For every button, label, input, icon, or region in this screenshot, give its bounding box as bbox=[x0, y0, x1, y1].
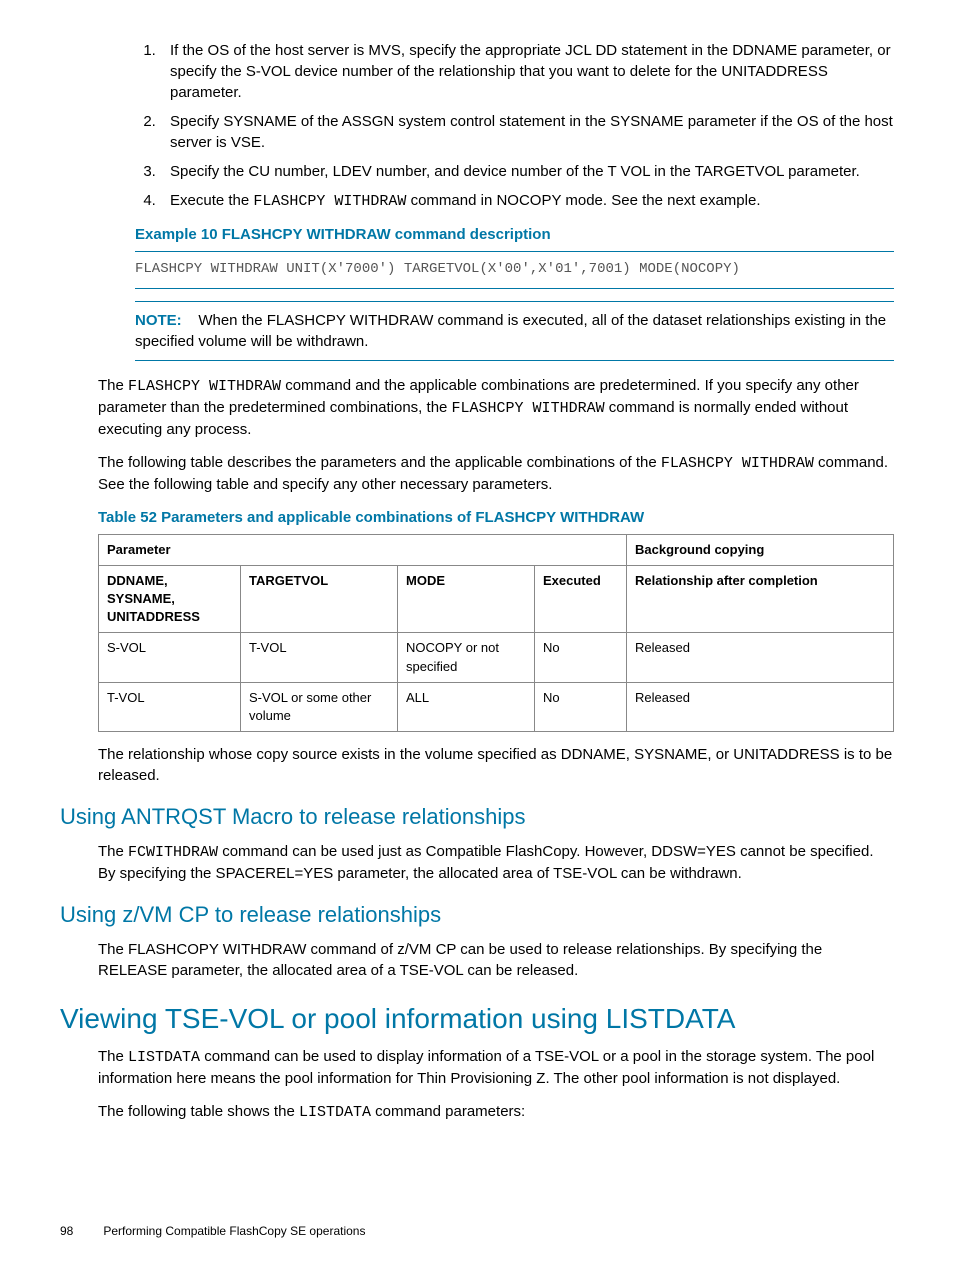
code-text: FCWITHDRAW bbox=[128, 844, 218, 861]
paragraph: The FCWITHDRAW command can be used just … bbox=[98, 841, 894, 884]
paragraph: The FLASHCPY WITHDRAW command and the ap… bbox=[98, 375, 894, 440]
note-text: When the FLASHCPY WITHDRAW command is ex… bbox=[135, 312, 886, 350]
cell: NOCOPY or not specified bbox=[398, 633, 535, 682]
list-text: command in NOCOPY mode. See the next exa… bbox=[406, 192, 760, 209]
list-item: Specify SYSNAME of the ASSGN system cont… bbox=[160, 111, 894, 153]
cell: T-VOL bbox=[241, 633, 398, 682]
list-text: Specify the CU number, LDEV number, and … bbox=[170, 163, 860, 180]
combinations-table: Parameter Background copying DDNAME, SYS… bbox=[98, 534, 894, 733]
table-title: Table 52 Parameters and applicable combi… bbox=[98, 507, 894, 528]
th-mode: MODE bbox=[398, 565, 535, 633]
list-text: If the OS of the host server is MVS, spe… bbox=[170, 42, 891, 101]
chapter-title: Performing Compatible FlashCopy SE opera… bbox=[103, 1224, 365, 1238]
cell: T-VOL bbox=[99, 682, 241, 731]
paragraph: The FLASHCOPY WITHDRAW command of z/VM C… bbox=[98, 939, 894, 981]
table-row: S-VOL T-VOL NOCOPY or not specified No R… bbox=[99, 633, 894, 682]
th-parameter: Parameter bbox=[99, 534, 627, 565]
procedure-list: If the OS of the host server is MVS, spe… bbox=[60, 40, 894, 212]
note-label: NOTE: bbox=[135, 312, 182, 329]
paragraph: The following table describes the parame… bbox=[98, 452, 894, 495]
code-text: LISTDATA bbox=[128, 1049, 200, 1066]
th-dd: DDNAME, SYSNAME, UNITADDRESS bbox=[99, 565, 241, 633]
list-item: Specify the CU number, LDEV number, and … bbox=[160, 161, 894, 182]
cell: ALL bbox=[398, 682, 535, 731]
example-title: Example 10 FLASHCPY WITHDRAW command des… bbox=[135, 224, 894, 245]
code-text: FLASHCPY WITHDRAW bbox=[661, 455, 814, 472]
cell: Released bbox=[627, 682, 894, 731]
code-text: FLASHCPY WITHDRAW bbox=[452, 400, 605, 417]
paragraph: The relationship whose copy source exist… bbox=[98, 744, 894, 786]
code-text: FLASHCPY WITHDRAW bbox=[253, 193, 406, 210]
list-text: Specify SYSNAME of the ASSGN system cont… bbox=[170, 113, 893, 151]
heading-zvm: Using z/VM CP to release relationships bbox=[60, 900, 894, 931]
note-block: NOTE: When the FLASHCPY WITHDRAW command… bbox=[135, 301, 894, 361]
code-text: LISTDATA bbox=[299, 1104, 371, 1121]
list-text: Execute the bbox=[170, 192, 253, 209]
page-number: 98 bbox=[60, 1223, 100, 1240]
th-bg: Background copying bbox=[627, 534, 894, 565]
th-exec: Executed bbox=[535, 565, 627, 633]
list-item: Execute the FLASHCPY WITHDRAW command in… bbox=[160, 190, 894, 212]
cell: No bbox=[535, 682, 627, 731]
paragraph: The LISTDATA command can be used to disp… bbox=[98, 1046, 894, 1089]
code-block: FLASHCPY WITHDRAW UNIT(X'7000') TARGETVO… bbox=[135, 251, 894, 289]
paragraph: The following table shows the LISTDATA c… bbox=[98, 1101, 894, 1123]
heading-antrqst: Using ANTRQST Macro to release relations… bbox=[60, 802, 894, 833]
heading-listdata: Viewing TSE-VOL or pool information usin… bbox=[60, 999, 894, 1038]
code-text: FLASHCPY WITHDRAW bbox=[128, 378, 281, 395]
cell: No bbox=[535, 633, 627, 682]
th-target: TARGETVOL bbox=[241, 565, 398, 633]
cell: Released bbox=[627, 633, 894, 682]
cell: S-VOL bbox=[99, 633, 241, 682]
page-footer: 98 Performing Compatible FlashCopy SE op… bbox=[60, 1223, 894, 1240]
example-block: Example 10 FLASHCPY WITHDRAW command des… bbox=[135, 224, 894, 361]
th-rel: Relationship after completion bbox=[627, 565, 894, 633]
table-row: T-VOL S-VOL or some other volume ALL No … bbox=[99, 682, 894, 731]
cell: S-VOL or some other volume bbox=[241, 682, 398, 731]
list-item: If the OS of the host server is MVS, spe… bbox=[160, 40, 894, 103]
